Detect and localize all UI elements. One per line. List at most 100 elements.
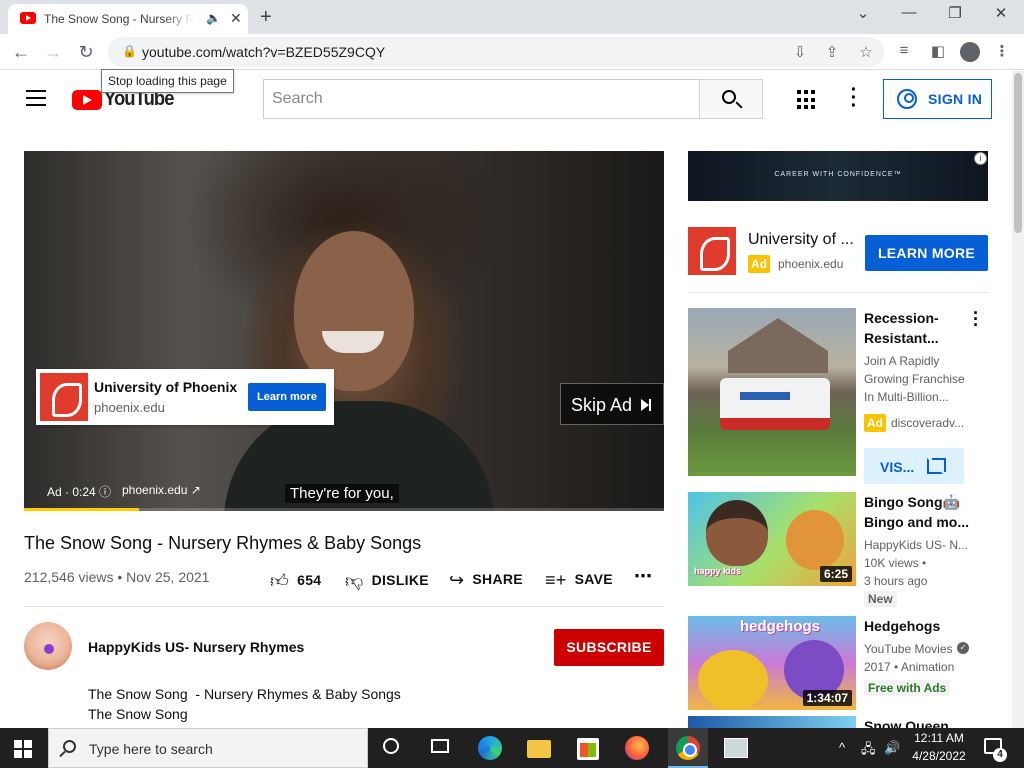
recommendation-age: 3 hours ago	[864, 574, 928, 588]
skip-ad-button[interactable]: Skip Ad	[560, 383, 664, 425]
van-shape	[720, 378, 830, 430]
search-button[interactable]	[699, 79, 763, 119]
sign-in-button[interactable]: SIGN IN	[883, 79, 992, 119]
volume-icon[interactable]: 🔊	[884, 740, 900, 756]
verified-check-icon: ✓	[957, 642, 969, 654]
clock-time[interactable]: 12:11 AM	[913, 731, 965, 745]
media-queue-icon[interactable]: ≡	[894, 42, 914, 59]
url-text[interactable]: youtube.com/watch?v=BZED55Z9CQY	[142, 44, 385, 60]
free-with-ads-badge: Free with Ads	[864, 680, 951, 696]
lock-icon[interactable]: 🔒	[122, 44, 137, 58]
browser-toolbar: ← → ↻ 🔒 youtube.com/watch?v=BZED55Z9CQY …	[0, 34, 1024, 70]
clock-date[interactable]: 4/28/2022	[911, 749, 967, 763]
install-app-icon[interactable]: ⇩	[790, 43, 810, 61]
recommendation-channel[interactable]: HappyKids US- N...	[864, 538, 968, 552]
cartoon-dog	[786, 510, 844, 570]
info-icon[interactable]: ⓘ	[99, 485, 111, 499]
back-icon[interactable]: ←	[10, 42, 32, 63]
apps-grid-icon[interactable]	[797, 90, 817, 110]
ad-card-domain: phoenix.edu	[94, 400, 165, 415]
subscribe-button[interactable]: SUBSCRIBE	[554, 629, 664, 666]
firefox-icon[interactable]	[625, 736, 649, 760]
visit-label: VIS...	[880, 459, 915, 475]
ad-card-title: University of Phoenix	[94, 379, 238, 395]
video-duration: 1:34:07	[802, 690, 852, 706]
profile-avatar-icon[interactable]	[960, 42, 980, 62]
share-button[interactable]: ↪ SHARE	[449, 570, 523, 591]
ad-info-icon[interactable]: i	[974, 152, 987, 165]
kebab-menu-icon[interactable]: · · ·	[968, 304, 984, 334]
chrome-icon[interactable]	[676, 736, 700, 760]
reload-stop-icon[interactable]: ↻	[75, 42, 97, 63]
recommendation-domain: discoveradv...	[891, 416, 965, 430]
happykids-logo: happy kids	[694, 566, 742, 576]
share-icon[interactable]: ⇪	[822, 43, 842, 61]
sidebar-ad-title[interactable]: University of ...	[748, 231, 854, 249]
description-line: The Snow Song - Nursery Rhymes & Baby So…	[88, 686, 401, 702]
video-player[interactable]	[24, 151, 664, 511]
search-input[interactable]: Search	[263, 79, 700, 119]
cortana-icon[interactable]	[383, 738, 399, 754]
side-panel-icon[interactable]: ◧	[928, 42, 948, 60]
channel-name[interactable]: HappyKids US- Nursery Rhymes	[88, 639, 304, 655]
speaker-icon[interactable]: 🔈	[206, 11, 221, 25]
tray-overflow-icon[interactable]: ^	[839, 740, 845, 755]
thumbs-down-icon: 👎︎	[345, 571, 364, 591]
playlist-add-icon: ≡+	[545, 570, 567, 590]
save-button[interactable]: ≡+ SAVE	[545, 570, 613, 591]
task-view-icon[interactable]	[431, 739, 449, 753]
progress-bar[interactable]	[24, 508, 664, 511]
recommendation-thumbnail[interactable]: hedgehogs 1:34:07	[688, 616, 856, 710]
skip-next-icon	[641, 399, 651, 411]
recommendation-views: 10K views •	[864, 556, 927, 570]
edge-browser-icon[interactable]	[478, 736, 502, 760]
recommendation-title[interactable]: Snow Queen	[864, 718, 949, 728]
ad-learn-more-button[interactable]: Learn more	[248, 383, 326, 411]
app-window-icon[interactable]	[724, 738, 748, 758]
tab-close-button[interactable]: ✕	[230, 10, 242, 27]
recommendation-thumbnail[interactable]	[688, 716, 856, 728]
recommendation-title[interactable]: Hedgehogs	[864, 618, 940, 634]
sign-in-label: SIGN IN	[928, 91, 983, 107]
like-button[interactable]: 👍︎ 654	[270, 570, 321, 592]
phoenix-logo-icon	[40, 373, 88, 421]
scrollbar-thumb[interactable]	[1014, 73, 1022, 233]
hamburger-menu-icon[interactable]	[26, 90, 46, 106]
banner-ad[interactable]: CAREER WITH CONFIDENCE™	[688, 151, 988, 201]
taskbar-search-box[interactable]: Type here to search	[48, 728, 368, 768]
file-explorer-icon[interactable]	[527, 740, 551, 758]
chevron-down-icon[interactable]: ⌄	[848, 4, 878, 22]
bookmark-star-icon[interactable]: ☆	[856, 43, 876, 61]
channel-avatar[interactable]	[24, 622, 72, 670]
banner-ad-text: CAREER WITH CONFIDENCE™	[774, 171, 902, 178]
recommendation-thumbnail[interactable]: happy kids 6:25	[688, 492, 856, 586]
tooltip: Stop loading this page	[101, 69, 234, 93]
close-icon[interactable]: ✕	[986, 4, 1016, 22]
settings-more-icon[interactable]: · · ·	[846, 80, 862, 116]
thumbs-up-icon: 👍︎	[270, 571, 290, 591]
dislike-button[interactable]: 👎︎ DISLIKE	[345, 570, 429, 592]
hedgehogs-thumb-title: hedgehogs	[740, 618, 821, 635]
browser-tab[interactable]: The Snow Song - Nursery Rhymes & Baby So…	[8, 4, 248, 34]
minimize-icon[interactable]: —	[894, 4, 924, 21]
forward-icon[interactable]: →	[42, 42, 64, 63]
visit-site-button[interactable]: VIS...	[864, 448, 964, 484]
address-bar[interactable]: 🔒 youtube.com/watch?v=BZED55Z9CQY ⇩ ⇪ ☆	[108, 37, 884, 67]
new-tab-button[interactable]: +	[260, 6, 272, 29]
recommendation-title[interactable]: Recession-Resistant...	[864, 308, 964, 348]
microsoft-store-icon[interactable]	[577, 738, 599, 760]
restore-icon[interactable]: ❐	[940, 4, 970, 22]
network-icon[interactable]: 🖧	[861, 740, 876, 762]
recommendation-title[interactable]: Bingo Song🤖 Bingo and mo...	[864, 492, 974, 532]
learn-more-button[interactable]: LEARN MORE	[865, 235, 988, 271]
windows-start-icon[interactable]	[14, 740, 32, 758]
ad-domain-link[interactable]: phoenix.edu ↗	[122, 483, 201, 497]
recommendation-channel[interactable]: YouTube Movies	[864, 642, 953, 656]
skip-ad-label: Skip Ad	[571, 395, 633, 415]
chrome-menu-icon[interactable]: ⋮	[992, 42, 1012, 60]
overlay-ad-card[interactable]: University of Phoenix phoenix.edu Learn …	[36, 369, 334, 425]
phoenix-logo-icon	[688, 227, 736, 275]
recommendation-thumbnail[interactable]	[688, 308, 856, 476]
external-link-icon	[927, 458, 946, 474]
more-actions-button[interactable]: ⋯	[634, 566, 652, 587]
